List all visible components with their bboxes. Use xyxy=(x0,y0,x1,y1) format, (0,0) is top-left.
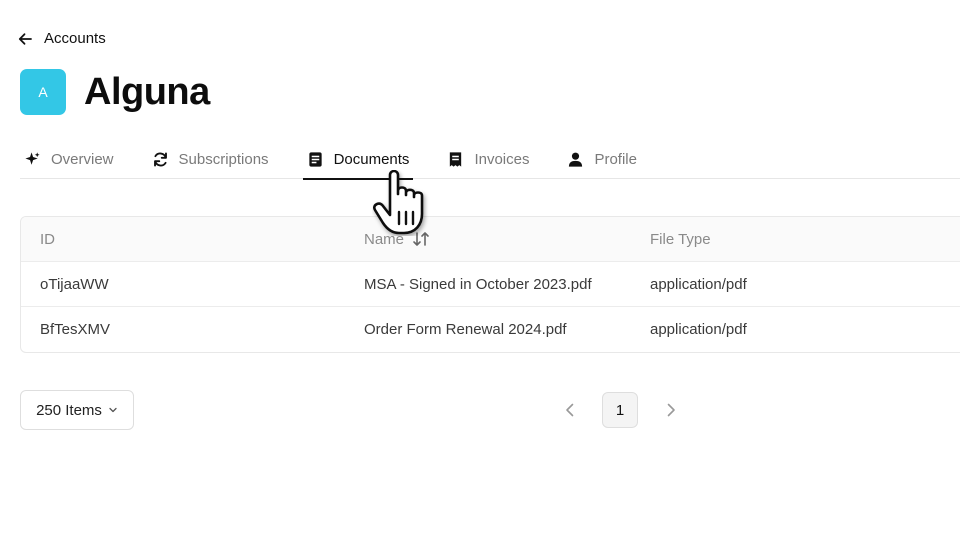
chevron-right-icon xyxy=(667,403,675,417)
avatar: A xyxy=(20,69,66,115)
page-size-label: 250 Items xyxy=(36,401,102,419)
refresh-icon xyxy=(153,152,167,166)
sort-icon[interactable] xyxy=(412,231,430,247)
page-number: 1 xyxy=(615,401,625,419)
column-header-name[interactable]: Name xyxy=(364,231,650,248)
documents-table: ID Name File Type oTijaaWW MSA - Signed … xyxy=(20,216,960,353)
chevron-down-icon xyxy=(109,407,117,413)
tab-overview-label: Overview xyxy=(51,150,114,168)
table-row[interactable]: BfTesXMV Order Form Renewal 2024.pdf app… xyxy=(21,307,960,352)
column-header-id: ID xyxy=(40,230,55,248)
cell-id: BfTesXMV xyxy=(40,321,111,338)
cell-file-type: application/pdf xyxy=(650,275,747,293)
sparkle-icon xyxy=(25,151,40,165)
next-page-button[interactable] xyxy=(662,401,680,419)
cell-name: MSA - Signed in October 2023.pdf xyxy=(364,275,592,293)
table-header-row: ID Name File Type xyxy=(21,217,960,262)
page-size-select[interactable]: 250 Items xyxy=(20,390,134,430)
tab-profile[interactable]: Profile xyxy=(563,140,641,178)
column-header-file-type: File Type xyxy=(650,230,711,248)
page-button-current[interactable]: 1 xyxy=(602,392,638,428)
cell-file-type: application/pdf xyxy=(650,321,747,338)
table-row[interactable]: oTijaaWW MSA - Signed in October 2023.pd… xyxy=(21,262,960,307)
chevron-left-icon xyxy=(566,403,574,417)
tab-subscriptions[interactable]: Subscriptions xyxy=(148,140,273,178)
back-to-accounts-link[interactable]: Accounts xyxy=(18,30,106,47)
avatar-letter: A xyxy=(38,84,48,100)
tab-profile-label: Profile xyxy=(594,150,637,168)
previous-page-button[interactable] xyxy=(561,401,579,419)
tab-bar: Overview Subscriptions Documents Invoice… xyxy=(20,140,960,180)
tab-documents-label: Documents xyxy=(333,150,410,168)
receipt-icon xyxy=(450,151,462,167)
cell-name: Order Form Renewal 2024.pdf xyxy=(364,321,567,338)
user-icon xyxy=(569,152,583,167)
column-header-name-label: Name xyxy=(364,230,405,248)
tab-invoices-label: Invoices xyxy=(474,150,530,168)
cell-id: oTijaaWW xyxy=(40,275,109,293)
tab-overview[interactable]: Overview xyxy=(20,140,118,178)
back-link-label: Accounts xyxy=(44,30,106,47)
tab-subscriptions-label: Subscriptions xyxy=(178,150,269,168)
arrow-left-icon xyxy=(18,32,32,45)
account-header: A Alguna xyxy=(20,69,210,115)
page-title: Alguna xyxy=(84,70,210,113)
tab-documents[interactable]: Documents xyxy=(302,140,414,180)
tab-invoices[interactable]: Invoices xyxy=(443,140,533,178)
document-icon xyxy=(308,151,322,167)
